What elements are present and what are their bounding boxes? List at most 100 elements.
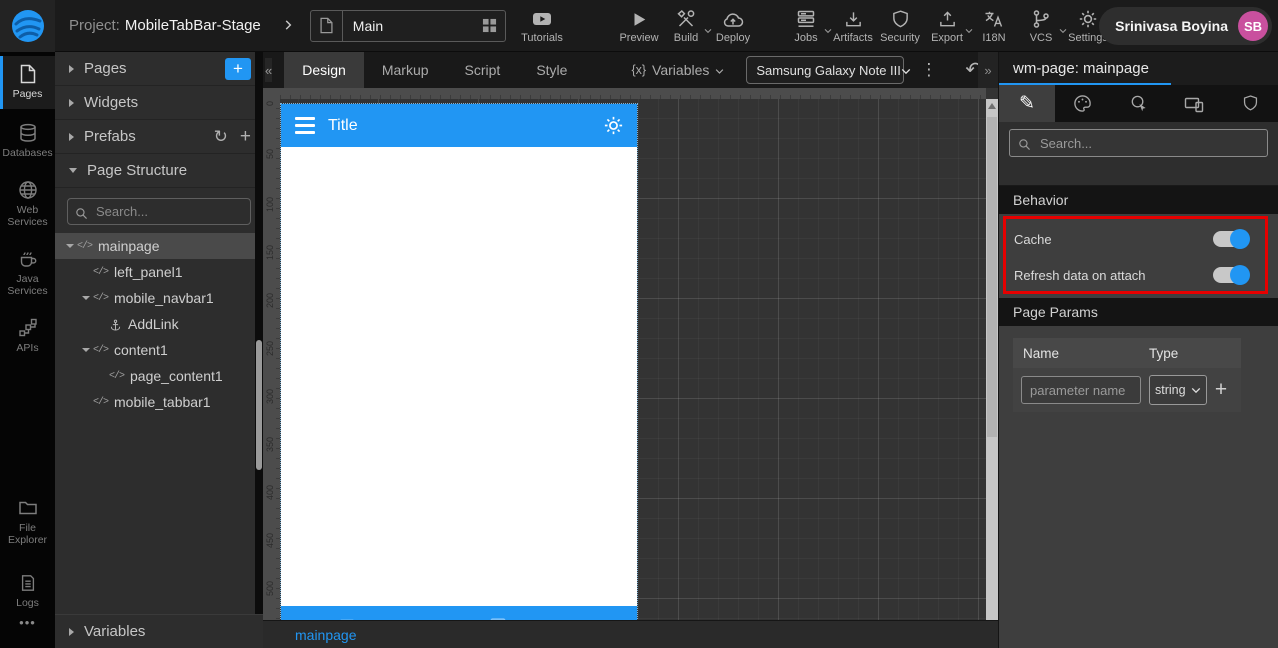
tab-security[interactable] <box>1222 85 1278 122</box>
page-content-widget[interactable] <box>281 147 637 606</box>
add-page-button[interactable]: + <box>225 57 251 80</box>
refresh-prefabs-icon[interactable]: ↻ <box>214 128 228 145</box>
build-button[interactable]: Build <box>664 9 708 44</box>
deploy-button[interactable]: Deploy <box>711 9 755 44</box>
sidebar-more-button[interactable]: ••• <box>0 615 55 630</box>
tab-script[interactable]: Script <box>447 52 519 88</box>
sidebar-item-web-services[interactable]: Web Services <box>0 172 55 237</box>
page-params-section-header[interactable]: Page Params <box>999 298 1278 326</box>
mobile-navbar-widget[interactable]: Title <box>281 104 637 147</box>
tab-markup[interactable]: Markup <box>364 52 447 88</box>
properties-search-input[interactable] <box>1009 129 1268 157</box>
play-icon <box>630 9 648 29</box>
expand-panel-button[interactable]: » <box>978 52 998 88</box>
wavemaker-logo-icon <box>10 8 46 44</box>
scrollbar-thumb[interactable] <box>987 117 997 437</box>
editor-tab-bar: « Design Markup Script Style {x} Variabl… <box>263 52 998 88</box>
mobile-tabbar-widget[interactable]: + <box>281 606 637 620</box>
section-widgets[interactable]: Widgets <box>55 86 263 120</box>
sidebar-item-file-explorer[interactable]: File Explorer <box>0 490 55 555</box>
top-bar: Project: MobileTabBar-Stage Main Tutorial… <box>0 0 1278 52</box>
chevron-down-icon <box>901 63 911 78</box>
sidebar-item-apis[interactable]: APIs <box>0 310 55 363</box>
gear-icon <box>1078 9 1098 29</box>
center-area: « Design Markup Script Style {x} Variabl… <box>263 52 998 648</box>
add-prefab-icon[interactable]: + <box>240 127 251 146</box>
sidebar-item-pages[interactable]: Pages <box>0 56 55 110</box>
design-canvas: 050100150200250300350400450500 Title + <box>263 88 998 620</box>
i18n-button[interactable]: I18N <box>972 9 1016 44</box>
expanded-arrow-icon <box>69 168 77 173</box>
tree-item-mainpage[interactable]: </> mainpage <box>55 233 263 259</box>
properties-tabs: ✎ <box>999 85 1278 122</box>
database-icon <box>18 123 38 143</box>
tree-item-page-content1[interactable]: </> page_content1 <box>55 363 263 389</box>
section-prefabs[interactable]: Prefabs ↻ + <box>55 120 263 154</box>
left-panel-scrollbar[interactable] <box>255 52 263 614</box>
sidebar-item-databases[interactable]: Databases <box>0 115 55 168</box>
more-options-icon[interactable]: ⋮ <box>920 60 937 80</box>
preview-button[interactable]: Preview <box>617 9 661 44</box>
section-pages[interactable]: Pages + <box>55 52 263 86</box>
collapse-panel-button[interactable]: « <box>265 58 273 82</box>
ruler-corner <box>263 88 280 99</box>
add-parameter-button[interactable]: + <box>1207 378 1235 402</box>
tree-item-mobile-tabbar1[interactable]: </> mobile_tabbar1 <box>55 389 263 415</box>
tab-styles[interactable] <box>1054 85 1111 122</box>
app-logo[interactable] <box>0 0 55 52</box>
spacer <box>999 164 1278 186</box>
expanded-arrow-icon[interactable] <box>79 296 93 300</box>
parameter-type-select[interactable]: string <box>1149 375 1207 405</box>
jobs-button[interactable]: Jobs <box>784 9 828 44</box>
grid-view-icon[interactable] <box>482 17 497 35</box>
behavior-section-header[interactable]: Behavior <box>999 186 1278 214</box>
tab-design[interactable]: Design <box>284 52 364 88</box>
scrollbar-thumb[interactable] <box>256 340 262 470</box>
tab-inspector[interactable] <box>1110 85 1167 122</box>
folder-icon <box>18 498 38 518</box>
tab-properties[interactable]: ✎ <box>999 85 1055 122</box>
section-variables[interactable]: Variables <box>55 614 263 648</box>
expanded-arrow-icon[interactable] <box>79 348 93 352</box>
page-params-table: Name Type string + <box>1013 338 1241 412</box>
parameter-name-input[interactable] <box>1021 376 1141 404</box>
cache-toggle[interactable] <box>1213 229 1250 249</box>
sidebar-item-logs[interactable]: Logs <box>0 565 55 618</box>
page-selector-value: Main <box>352 17 384 34</box>
vcs-button[interactable]: VCS <box>1019 9 1063 44</box>
open-page-tab-mainpage[interactable]: mainpage <box>295 627 357 643</box>
tab-devices[interactable] <box>1166 85 1223 122</box>
wavemaker-studio-window: Project: MobileTabBar-Stage Main Tutorial… <box>0 0 1278 648</box>
tutorials-icon <box>532 9 552 29</box>
security-button[interactable]: Security <box>878 9 922 44</box>
column-header-type: Type <box>1149 345 1179 361</box>
artifacts-button[interactable]: Artifacts <box>831 9 875 44</box>
page-structure-tree: </> mainpage </> left_panel1 </> mobile_… <box>55 233 263 415</box>
structure-search-input[interactable] <box>67 198 251 225</box>
user-menu[interactable]: Srinivasa Boyina SB <box>1099 7 1272 45</box>
tree-item-left-panel1[interactable]: </> left_panel1 <box>55 259 263 285</box>
scroll-up-arrow-icon[interactable] <box>988 103 996 109</box>
device-select-dropdown[interactable]: Samsung Galaxy Note III <box>746 56 904 84</box>
inspect-icon <box>1129 94 1148 113</box>
tree-item-addlink[interactable]: AddLink <box>55 311 263 337</box>
navbar-gear-icon[interactable] <box>603 115 624 136</box>
sidebar-item-java-services[interactable]: Java Services <box>0 241 55 306</box>
hamburger-menu-icon[interactable] <box>295 117 315 134</box>
project-name: Project: MobileTabBar-Stage <box>69 17 261 34</box>
refresh-data-toggle[interactable] <box>1213 265 1250 285</box>
tree-item-content1[interactable]: </> content1 <box>55 337 263 363</box>
export-button[interactable]: Export <box>925 9 969 44</box>
tree-item-mobile-navbar1[interactable]: </> mobile_navbar1 <box>55 285 263 311</box>
tutorials-button[interactable]: Tutorials <box>520 9 564 44</box>
section-page-structure[interactable]: Page Structure <box>55 154 263 188</box>
tab-style[interactable]: Style <box>518 52 585 88</box>
pencil-icon: ✎ <box>1018 93 1035 114</box>
navbar-title[interactable]: Title <box>328 117 358 135</box>
code-icon: </> <box>77 240 93 252</box>
expanded-arrow-icon[interactable] <box>63 244 77 248</box>
canvas-scrollbar[interactable] <box>986 99 998 620</box>
page-selector-dropdown[interactable]: Main <box>309 9 506 42</box>
variables-button[interactable]: {x} Variables <box>631 62 724 78</box>
collapsed-arrow-icon <box>69 132 74 141</box>
